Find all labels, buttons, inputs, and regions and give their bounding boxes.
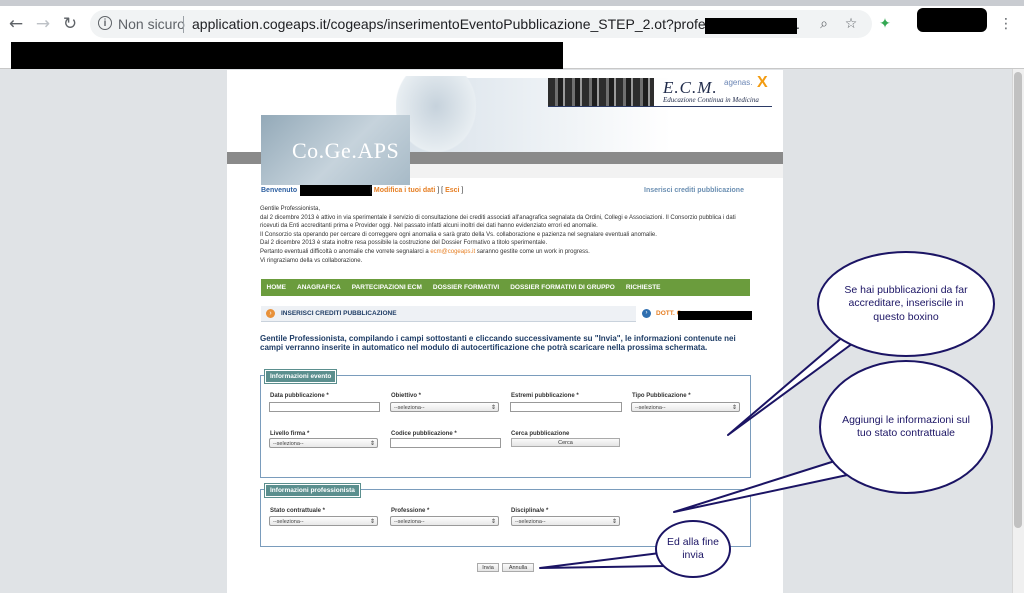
callout-publications: Se hai pubblicazioni da far accreditare,… <box>817 251 995 357</box>
pointer-contract <box>673 459 853 513</box>
callout-send: Ed alla fine invia <box>655 520 731 578</box>
callout-contract: Aggiungi le informazioni sul tuo stato c… <box>819 360 993 494</box>
pointer-send <box>539 552 665 569</box>
